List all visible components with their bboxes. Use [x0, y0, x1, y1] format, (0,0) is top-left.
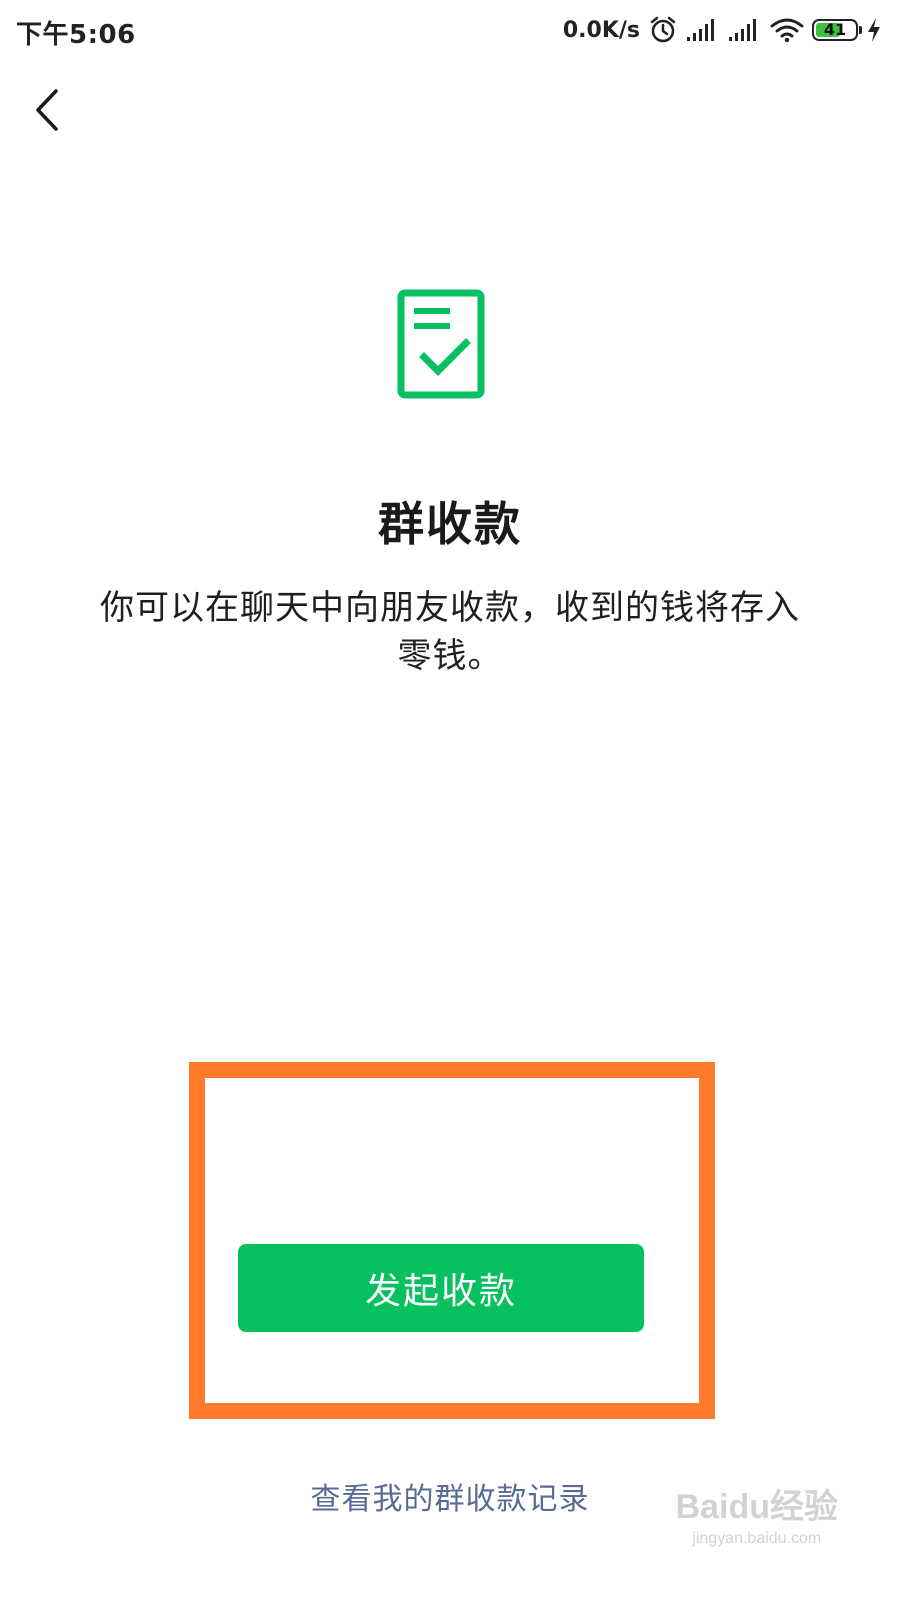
status-time: 下午5:06 — [16, 20, 136, 50]
watermark: Baidu经验 jingyan.baidu.com — [676, 1488, 838, 1548]
watermark-url: jingyan.baidu.com — [692, 1530, 822, 1547]
wifi-icon — [770, 17, 804, 43]
start-collection-button[interactable]: 发起收款 — [238, 1244, 644, 1332]
status-icons: 0.0K/s 41 — [563, 12, 882, 48]
page-title: 群收款 — [378, 497, 522, 551]
alarm-icon — [648, 15, 678, 45]
watermark-logo: Baidu经验 — [675, 1488, 838, 1526]
back-button[interactable] — [22, 82, 72, 142]
page-description: 你可以在聊天中向朋友收款，收到的钱将存入零钱。 — [100, 588, 800, 676]
highlight-frame — [189, 1062, 715, 1419]
battery-icon: 41 — [812, 19, 862, 41]
charging-icon — [866, 17, 882, 43]
battery-level: 41 — [823, 20, 847, 39]
status-bar: 下午5:06 0.0K/s 41 — [0, 0, 900, 60]
signal-icon — [686, 17, 720, 43]
document-check-icon — [396, 288, 486, 400]
network-speed: 0.0K/s — [562, 17, 640, 43]
chevron-left-icon — [32, 88, 62, 136]
signal-icon — [728, 17, 762, 43]
